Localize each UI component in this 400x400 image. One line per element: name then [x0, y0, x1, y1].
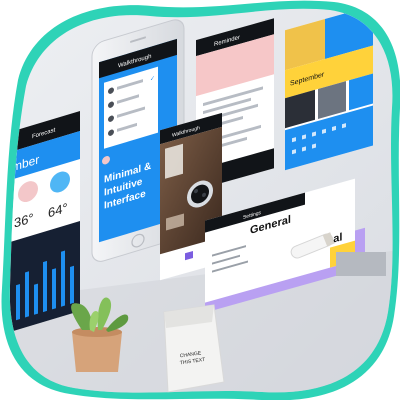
grey-block — [336, 252, 386, 276]
screen-calendar: September — [285, 8, 373, 171]
coffee-bag: CHANGE THIS TEXT — [163, 304, 225, 393]
mockup-scene: Forecast mber 36° 64° Reminder September… — [0, 0, 400, 400]
screen-weather: Forecast mber 36° 64° — [10, 110, 80, 332]
scene-svg: Forecast mber 36° 64° Reminder September… — [1, 0, 400, 400]
